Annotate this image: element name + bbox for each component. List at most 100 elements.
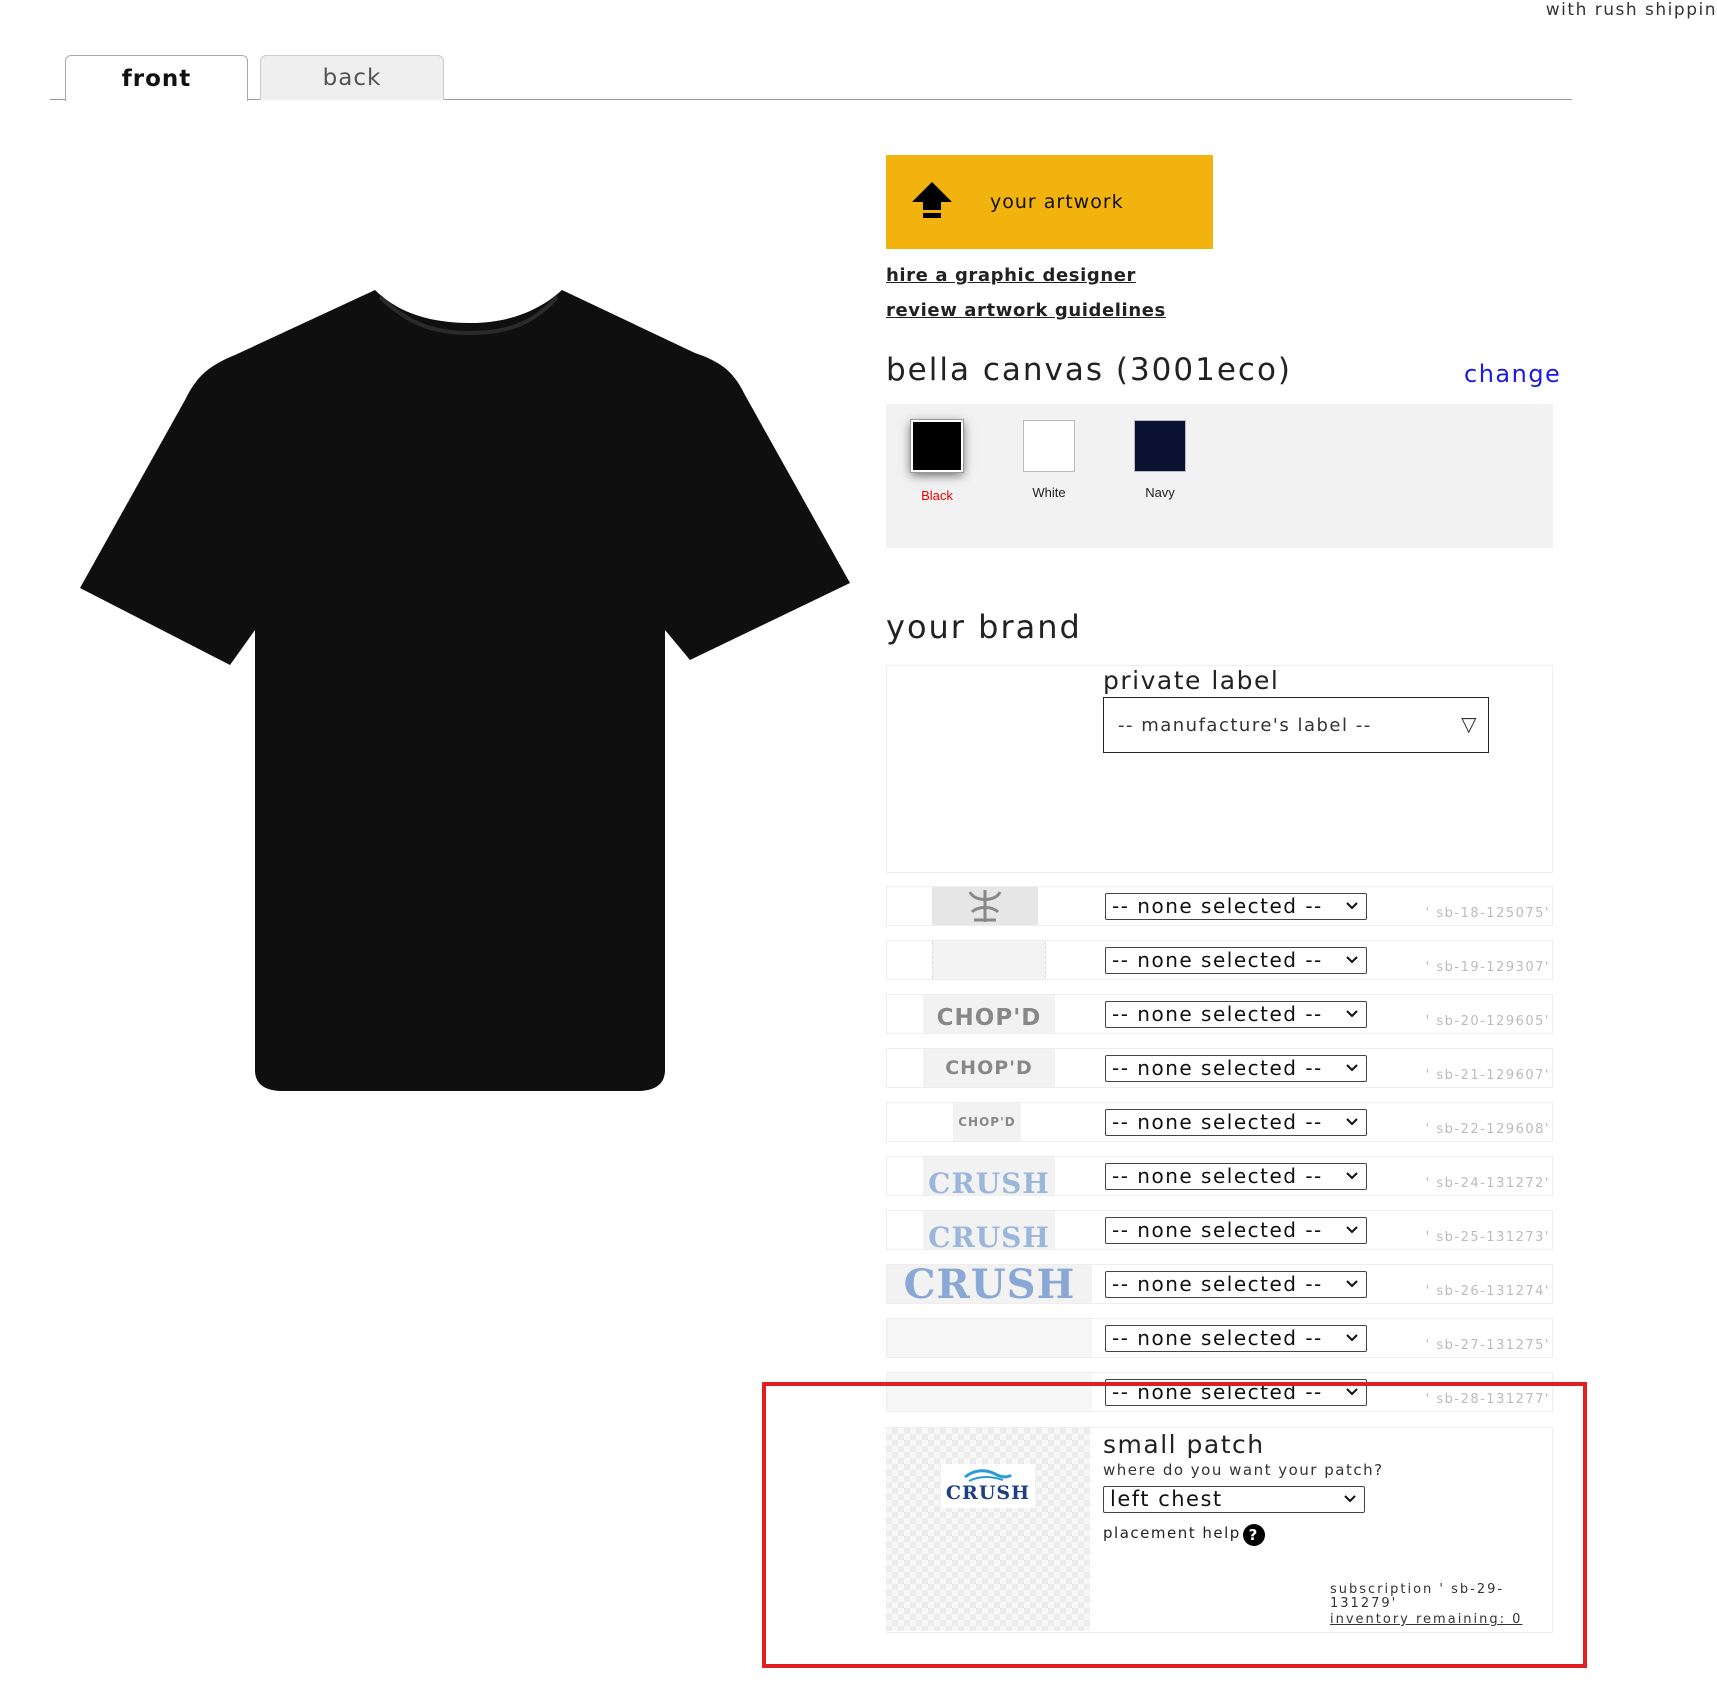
placement-help: placement help ? [1103, 1520, 1265, 1546]
wave-icon [964, 1469, 1013, 1482]
crush-logo-text: CRUSH [928, 1167, 1050, 1196]
chevron-down-icon [1346, 1334, 1358, 1342]
chevron-down-icon [1346, 902, 1358, 910]
option-code: ' sb-20-129605' [1425, 1014, 1550, 1029]
chopd-logo-thumbnail: CHOP'D [923, 1049, 1055, 1087]
color-chip [1134, 420, 1186, 472]
option-code: ' sb-18-125075' [1425, 906, 1550, 921]
dropdown-triangle-icon: ▽ [1461, 712, 1478, 736]
brand-option-select[interactable]: -- none selected -- [1105, 1379, 1367, 1406]
option-code: ' sb-24-131272' [1425, 1176, 1550, 1191]
chopd-logo-thumbnail: CHOP'D [923, 995, 1055, 1033]
hire-designer-link[interactable]: hire a graphic designer [886, 265, 1136, 286]
color-chip [910, 419, 964, 473]
tab-front[interactable]: front [65, 55, 248, 101]
your-brand-heading: your brand [886, 608, 1082, 646]
crush-patch-text: CRUSH [945, 1482, 1031, 1504]
small-patch-title: small patch [1103, 1430, 1265, 1459]
brand-option-select[interactable]: -- none selected -- [1105, 893, 1367, 920]
brand-option-value: -- none selected -- [1112, 1002, 1323, 1026]
chopd-logo-text: CHOP'D [958, 1115, 1016, 1129]
brand-option-value: -- none selected -- [1112, 1056, 1323, 1080]
brand-option-row: -- none selected -- ' sb-27-131275' [886, 1318, 1553, 1358]
color-swatch-white[interactable]: White [1022, 420, 1076, 500]
brand-option-value: -- none selected -- [1112, 1164, 1323, 1188]
chopd-logo-thumbnail: CHOP'D [953, 1103, 1021, 1141]
chevron-down-icon [1346, 1118, 1358, 1126]
blank-checker-thumbnail [887, 1373, 1092, 1411]
change-product-link[interactable]: change [1464, 360, 1561, 388]
brand-option-row: CHOP'D -- none selected -- ' sb-22-12960… [886, 1102, 1553, 1142]
brand-option-row: CRUSH -- none selected -- ' sb-24-131272… [886, 1156, 1553, 1196]
upload-arrow-icon [912, 182, 952, 218]
logo-mark-icon [968, 890, 1002, 922]
private-label-value: -- manufacture's label -- [1118, 714, 1372, 736]
chevron-down-icon [1346, 1172, 1358, 1180]
private-label-heading: private label [1103, 666, 1280, 695]
crush-patch-logo: CRUSH [941, 1464, 1035, 1508]
brand-option-row: -- none selected -- ' sb-18-125075' [886, 886, 1553, 926]
chevron-down-icon [1346, 1388, 1358, 1396]
brand-option-select[interactable]: -- none selected -- [1105, 1217, 1367, 1244]
patch-placement-value: left chest [1110, 1487, 1223, 1511]
crush-logo-text: CRUSH [928, 1221, 1050, 1250]
option-code: ' sb-27-131275' [1425, 1338, 1550, 1353]
logo-mark-thumbnail [932, 887, 1038, 925]
tshirt-mockup-image [80, 290, 850, 1091]
crush-logo-thumbnail: CRUSH [923, 1211, 1055, 1249]
blank-thumbnail [932, 941, 1046, 979]
option-code: ' sb-21-129607' [1425, 1068, 1550, 1083]
brand-option-select[interactable]: -- none selected -- [1105, 1163, 1367, 1190]
brand-option-select[interactable]: -- none selected -- [1105, 1325, 1367, 1352]
brand-option-value: -- none selected -- [1112, 1326, 1323, 1350]
product-title: bella canvas (3001eco) [886, 352, 1293, 388]
chopd-logo-text: CHOP'D [945, 1057, 1033, 1079]
chevron-down-icon [1346, 1226, 1358, 1234]
upload-artwork-button[interactable]: your artwork [886, 155, 1213, 249]
chevron-down-icon [1346, 1280, 1358, 1288]
color-swatch-panel: Black White Navy [886, 404, 1553, 548]
brand-option-row: -- none selected -- ' sb-28-131277' [886, 1372, 1553, 1412]
option-code: ' sb-22-129608' [1425, 1122, 1550, 1137]
brand-option-value: -- none selected -- [1112, 894, 1323, 918]
brand-option-value: -- none selected -- [1112, 1272, 1323, 1296]
help-icon[interactable]: ? [1242, 1524, 1265, 1546]
color-swatch-navy[interactable]: Navy [1133, 420, 1187, 500]
crush-logo-thumbnail: CRUSH [887, 1265, 1092, 1303]
chevron-down-icon [1346, 956, 1358, 964]
inventory-remaining-link[interactable]: inventory remaining: 0 [1330, 1612, 1522, 1627]
brand-option-select[interactable]: -- none selected -- [1105, 1271, 1367, 1298]
brand-option-row: CHOP'D -- none selected -- ' sb-21-12960… [886, 1048, 1553, 1088]
rush-shipping-note: with rush shippin [1545, 0, 1717, 20]
patch-placement-select[interactable]: left chest [1103, 1486, 1365, 1513]
option-code: ' sb-19-129307' [1425, 960, 1550, 975]
option-code: ' sb-26-131274' [1425, 1284, 1550, 1299]
crush-logo-text: CRUSH [903, 1265, 1076, 1303]
color-name: Navy [1145, 485, 1175, 500]
brand-option-row: CRUSH -- none selected -- ' sb-26-131274… [886, 1264, 1553, 1304]
color-name: White [1032, 485, 1066, 500]
color-chip [1023, 420, 1075, 472]
brand-option-value: -- none selected -- [1112, 948, 1323, 972]
patch-thumbnail: CRUSH [886, 1428, 1090, 1631]
private-label-select[interactable]: -- manufacture's label -- ▽ [1103, 697, 1489, 753]
blank-checker-thumbnail [887, 1319, 1092, 1357]
brand-option-select[interactable]: -- none selected -- [1105, 947, 1367, 974]
brand-option-select[interactable]: -- none selected -- [1105, 1001, 1367, 1028]
chevron-down-icon [1346, 1064, 1358, 1072]
color-swatch-black[interactable]: Black [910, 419, 964, 503]
artwork-guidelines-link[interactable]: review artwork guidelines [886, 300, 1166, 321]
crush-logo-thumbnail: CRUSH [923, 1157, 1055, 1195]
brand-option-select[interactable]: -- none selected -- [1105, 1055, 1367, 1082]
brand-option-row: CHOP'D -- none selected -- ' sb-20-12960… [886, 994, 1553, 1034]
subscription-text: subscription ' sb-29-131279' [1330, 1582, 1505, 1611]
placement-help-label: placement help [1103, 1524, 1241, 1542]
option-code: ' sb-25-131273' [1425, 1230, 1550, 1245]
tab-back[interactable]: back [260, 55, 444, 100]
brand-option-row: -- none selected -- ' sb-19-129307' [886, 940, 1553, 980]
color-name: Black [921, 488, 953, 503]
brand-option-select[interactable]: -- none selected -- [1105, 1109, 1367, 1136]
chopd-logo-text: CHOP'D [936, 1005, 1042, 1031]
chevron-down-icon [1344, 1495, 1356, 1503]
chevron-down-icon [1346, 1010, 1358, 1018]
